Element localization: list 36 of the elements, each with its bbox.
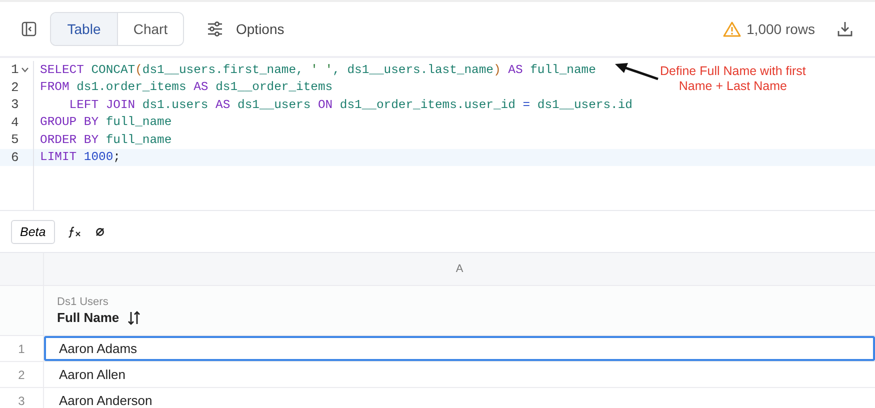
annotation-arrow	[614, 62, 660, 82]
code-line: LEFT JOIN ds1.users AS ds1__users ON ds1__order_items.user_id = ds1__users.id	[68, 98, 632, 112]
row-number: 2	[18, 368, 25, 382]
row-number: 3	[18, 394, 25, 408]
column-letter: A	[456, 263, 464, 275]
code-line: SELECT CONCAT(ds1__users.first_name, ' ', ds1__users.last_name) AS full_name	[39, 62, 596, 77]
view-tab[interactable]: Chart	[117, 13, 183, 45]
row-number: 1	[18, 342, 25, 356]
table-cell[interactable]: Aaron Adams	[44, 336, 875, 361]
options-button[interactable]: Options	[202, 17, 288, 41]
code-line: GROUP BY full_name	[39, 115, 172, 130]
sidebar-toggle-icon[interactable]	[21, 21, 37, 37]
sliders-icon	[206, 21, 224, 37]
annotation-text: Define Full Name with first Name + Last Name	[660, 64, 806, 94]
line-number: 3	[11, 97, 19, 112]
download-icon[interactable]	[837, 21, 853, 37]
line-number: 6	[11, 150, 19, 165]
column-title: Full Name	[57, 310, 120, 325]
line-number: 1	[11, 62, 19, 78]
code-line: ORDER BY full_name	[39, 132, 172, 147]
row-count: 1,000 rows	[746, 21, 815, 37]
sort-icon[interactable]	[127, 310, 142, 324]
line-number: 2	[11, 80, 19, 95]
line-number: 5	[11, 132, 19, 148]
function-icon[interactable]	[68, 226, 82, 238]
code-line: FROM ds1.order_items AS ds1__order_items	[39, 80, 333, 94]
null-icon[interactable]	[94, 226, 105, 236]
code-line: LIMIT 1000;	[39, 150, 120, 164]
table-cell[interactable]: Aaron Allen	[44, 362, 875, 387]
fold-caret-icon[interactable]	[20, 66, 29, 73]
beta-button[interactable]: Beta	[11, 220, 55, 244]
view-tab[interactable]: Table	[51, 13, 117, 45]
warning-icon	[722, 21, 741, 37]
table-cell[interactable]: Aaron Anderson	[44, 388, 875, 408]
line-number: 4	[11, 114, 19, 130]
column-group: Ds1 Users	[57, 296, 875, 308]
